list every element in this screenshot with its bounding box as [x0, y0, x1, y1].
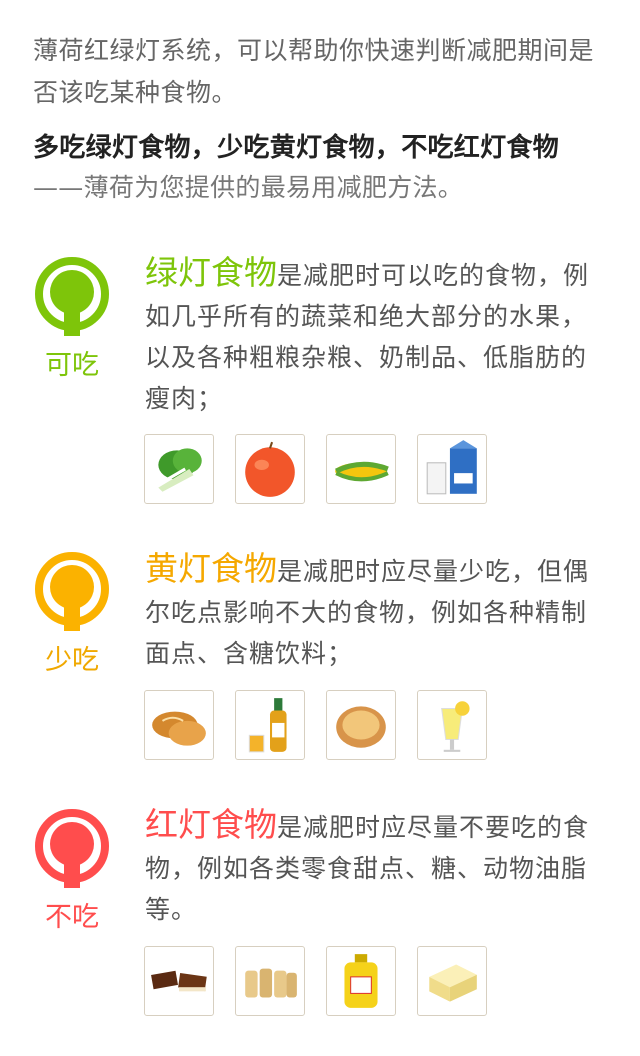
yellow-light-title: 黄灯食物 — [145, 549, 277, 588]
yellow-light-desc: 黄灯食物是减肥时应尽量少吃，但偶尔吃点影响不大的食物，例如各种精制面点、含糖饮料… — [145, 548, 610, 674]
yellow-light-icon — [35, 552, 109, 631]
oil-bottle-icon[interactable] — [326, 946, 396, 1016]
tagline: 多吃绿灯食物，少吃黄灯食物，不吃红灯食物 — [33, 133, 560, 163]
green-light-title: 绿灯食物 — [145, 253, 277, 292]
spring-roll-icon[interactable] — [235, 946, 305, 1016]
chocolate-icon[interactable] — [144, 946, 214, 1016]
pastry-icon[interactable] — [326, 690, 396, 760]
green-light-icon — [35, 257, 109, 336]
red-light-desc: 红灯食物是减肥时应尽量不要吃的食物，例如各类零食甜点、糖、动物油脂等。 — [145, 804, 610, 930]
yellow-food-thumbs — [144, 690, 487, 760]
intro-text: 薄荷红绿灯系统，可以帮助你快速判断减肥期间是否该吃某种食物。 — [33, 36, 595, 107]
green-light-desc: 绿灯食物是减肥时可以吃的食物，例如几乎所有的蔬菜和绝大部分的水果，以及各种粗粮杂… — [145, 252, 610, 419]
apple-icon[interactable] — [235, 434, 305, 504]
juice-icon[interactable] — [417, 690, 487, 760]
green-light-label: 可吃 — [45, 350, 99, 381]
bok-choy-icon[interactable] — [144, 434, 214, 504]
red-food-thumbs — [144, 946, 487, 1016]
red-light-title: 红灯食物 — [145, 805, 277, 844]
yellow-light-label: 少吃 — [45, 645, 99, 676]
bread-icon[interactable] — [144, 690, 214, 760]
red-light-icon — [35, 809, 109, 888]
milk-icon[interactable] — [417, 434, 487, 504]
subtitle: ——薄荷为您提供的最易用减肥方法。 — [33, 173, 464, 202]
red-light-label: 不吃 — [45, 902, 99, 933]
butter-icon[interactable] — [417, 946, 487, 1016]
beer-icon[interactable] — [235, 690, 305, 760]
green-food-thumbs — [144, 434, 487, 504]
corn-icon[interactable] — [326, 434, 396, 504]
